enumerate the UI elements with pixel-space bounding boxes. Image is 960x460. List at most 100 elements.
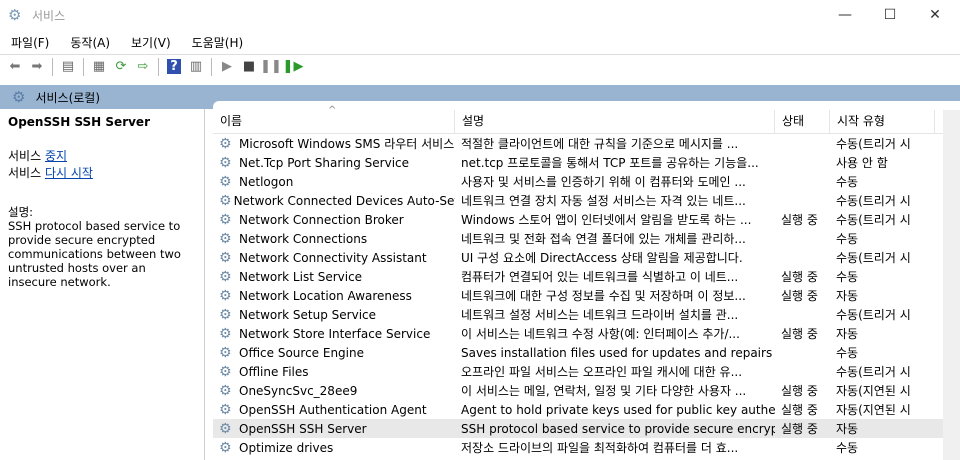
show-hide-tree-icon[interactable]: ▤: [57, 57, 79, 77]
service-description: 적절한 클라이언트에 대한 규칙을 기준으로 메시지를 ...: [461, 137, 739, 151]
service-description: net.tcp 프로토콜을 통해서 TCP 포트를 공유하는 기능을...: [461, 156, 759, 170]
table-row[interactable]: ⚙ Network Connected Devices Auto-Set 네트워크…: [213, 191, 943, 210]
forward-icon[interactable]: ➡: [26, 57, 48, 77]
service-startup-type: 자동(지연된 시: [836, 403, 911, 417]
service-description: 사용자 및 서비스를 인증하기 위해 이 컴퓨터와 도메인 ...: [461, 175, 746, 189]
gear-icon: ⚙: [219, 287, 232, 304]
service-name: ⚙ Network List Service: [219, 268, 363, 285]
minimize-button[interactable]: —: [822, 0, 868, 30]
label: 서비스: [8, 149, 45, 163]
table-row[interactable]: ⚙ Network Location Awareness 네트워크에 대한 구성 …: [213, 286, 943, 305]
service-name: ⚙ Optimize drives: [219, 439, 334, 456]
restart-icon[interactable]: ❚▶: [282, 57, 304, 77]
stop-service-link[interactable]: 중지: [45, 149, 67, 163]
gear-icon: ⚙: [219, 382, 232, 399]
close-button[interactable]: ✕: [912, 0, 958, 30]
table-row[interactable]: ⚙ Netlogon 사용자 및 서비스를 인증하기 위해 이 컴퓨터와 도메인 …: [213, 172, 943, 191]
table-row[interactable]: ⚙ Network Store Interface Service 이 서비스는 …: [213, 324, 943, 343]
service-status: 실행 중: [781, 213, 818, 227]
gear-icon: ⚙: [219, 306, 232, 323]
service-startup-type: 자동: [836, 289, 859, 303]
service-name: ⚙ Netlogon: [219, 173, 294, 190]
service-description: 이 서비스는 네트워크 수정 사항(예: 인터페이스 추가/...: [461, 327, 740, 341]
service-name: ⚙ Network Setup Service: [219, 306, 377, 323]
service-startup-type: 수동: [836, 346, 859, 360]
service-description: 오프라인 파일 서비스는 오프라인 파일 캐시에 대한 유...: [461, 365, 743, 379]
table-row[interactable]: ⚙ OneSyncSvc_28ee9 이 서비스는 메일, 연락처, 일정 및 기…: [213, 381, 943, 400]
service-startup-type: 자동: [836, 327, 859, 341]
table-row[interactable]: ⚙ OpenSSH Authentication Agent Agent to h…: [213, 400, 943, 419]
service-description: SSH protocol based service to provide se…: [461, 421, 775, 436]
table-row[interactable]: ⚙ Network List Service 컴퓨터가 연결되어 있는 네트워크를…: [213, 267, 943, 286]
table-row[interactable]: ⚙ Network Connection Broker Windows 스토어 앱…: [213, 210, 943, 229]
menu-view[interactable]: 보기(V): [131, 34, 171, 51]
gear-icon: ⚙: [219, 268, 232, 285]
service-startup-type: 수동(트리거 시: [836, 213, 911, 227]
service-startup-type: 사용 안 함: [836, 156, 888, 170]
label: 서비스: [8, 166, 45, 180]
service-name: ⚙ Network Location Awareness: [219, 287, 412, 304]
service-description: 저장소 드라이브의 파일을 최적화하여 컴퓨터를 더 효...: [461, 441, 739, 455]
table-row[interactable]: ⚙ Net.Tcp Port Sharing Service net.tcp 프로…: [213, 153, 943, 172]
service-name: ⚙ Network Connectivity Assistant: [219, 249, 427, 266]
table-row[interactable]: ⚙ Office Source Engine Saves installation…: [213, 343, 943, 362]
menu-file[interactable]: 파일(F): [11, 34, 49, 51]
service-startup-type: 수동: [836, 270, 859, 284]
console-icon[interactable]: ▥: [185, 57, 207, 77]
column-header-startup-type[interactable]: 시작 유형: [830, 110, 935, 133]
menu-help[interactable]: 도움말(H): [192, 34, 244, 51]
service-name: ⚙ Network Store Interface Service: [219, 325, 431, 342]
gear-icon: ⚙: [219, 154, 232, 171]
gear-icon: ⚙: [12, 88, 26, 106]
scope-title: 서비스(로컬): [35, 90, 101, 105]
table-row[interactable]: ⚙ Microsoft Windows SMS 라우터 서비스 적절한 클라이언트…: [213, 134, 943, 153]
service-name: ⚙ Network Connections: [219, 230, 368, 247]
column-header-description[interactable]: 설명: [455, 110, 775, 133]
gear-icon: ⚙: [219, 401, 232, 418]
service-name: ⚙ Office Source Engine: [219, 344, 364, 361]
properties-icon[interactable]: ▦: [88, 57, 110, 77]
gear-icon: ⚙: [8, 6, 22, 24]
table-row[interactable]: ⚙ OpenSSH SSH Server SSH protocol based s…: [213, 419, 943, 438]
gear-icon: ⚙: [219, 230, 232, 247]
gear-icon: ⚙: [219, 249, 232, 266]
table-row[interactable]: ⚙ Network Connectivity Assistant UI 구성 요소…: [213, 248, 943, 267]
service-startup-type: 수동(트리거 시: [836, 194, 911, 208]
service-name: ⚙ OneSyncSvc_28ee9: [219, 382, 358, 399]
table-row[interactable]: ⚙ Offline Files 오프라인 파일 서비스는 오프라인 파일 캐시에 …: [213, 362, 943, 381]
table-row[interactable]: ⚙ Network Setup Service 네트워크 설정 서비스는 네트워크…: [213, 305, 943, 324]
service-description: 컴퓨터가 연결되어 있는 네트워크를 식별하고 이 네트...: [461, 270, 739, 284]
service-status: 실행 중: [781, 403, 818, 417]
column-header-name[interactable]: ^ 이름: [213, 105, 455, 133]
description-text: SSH protocol based service to provide se…: [8, 219, 181, 289]
pause-icon[interactable]: ❚❚: [260, 57, 282, 77]
service-startup-type: 수동: [836, 441, 859, 455]
maximize-button[interactable]: ☐: [867, 0, 913, 30]
service-name: ⚙ OpenSSH Authentication Agent: [219, 401, 427, 418]
restart-service-link[interactable]: 다시 시작: [45, 166, 93, 180]
export-icon[interactable]: ⇨: [132, 57, 154, 77]
gear-icon: ⚙: [219, 420, 232, 437]
refresh-icon[interactable]: ⟳: [110, 57, 132, 77]
service-description: 네트워크 연결 장치 자동 설정 서비스는 자격 있는 네트...: [461, 194, 746, 208]
start-icon[interactable]: ▶: [216, 57, 238, 77]
service-status: 실행 중: [781, 327, 818, 341]
service-startup-type: 수동(트리거 시: [836, 308, 911, 322]
stop-icon[interactable]: ■: [238, 57, 260, 77]
service-status: 실행 중: [781, 384, 818, 398]
vertical-scrollbar[interactable]: [943, 110, 960, 460]
back-icon[interactable]: ⬅: [4, 57, 26, 77]
service-description: 네트워크에 대한 구성 정보를 수집 및 저장하며 이 정보...: [461, 289, 746, 303]
gear-icon: ⚙: [219, 192, 232, 209]
service-description: 이 서비스는 메일, 연락처, 일정 및 기타 다양한 사용자 ...: [461, 384, 747, 398]
menu-action[interactable]: 동작(A): [70, 34, 110, 51]
column-header-status[interactable]: 상태: [775, 110, 830, 133]
menu-bar: 파일(F) 동작(A) 보기(V) 도움말(H): [0, 31, 253, 53]
table-row[interactable]: ⚙ Network Connections 네트워크 및 전화 접속 연결 폴더에…: [213, 229, 943, 248]
table-row[interactable]: ⚙ Optimize drives 저장소 드라이브의 파일을 최적화하여 컴퓨터…: [213, 438, 943, 457]
help-icon[interactable]: ?: [163, 57, 185, 77]
service-startup-type: 자동: [836, 422, 859, 436]
gear-icon: ⚙: [219, 439, 232, 456]
service-name: ⚙ Offline Files: [219, 363, 309, 380]
service-name: ⚙ Net.Tcp Port Sharing Service: [219, 154, 410, 171]
